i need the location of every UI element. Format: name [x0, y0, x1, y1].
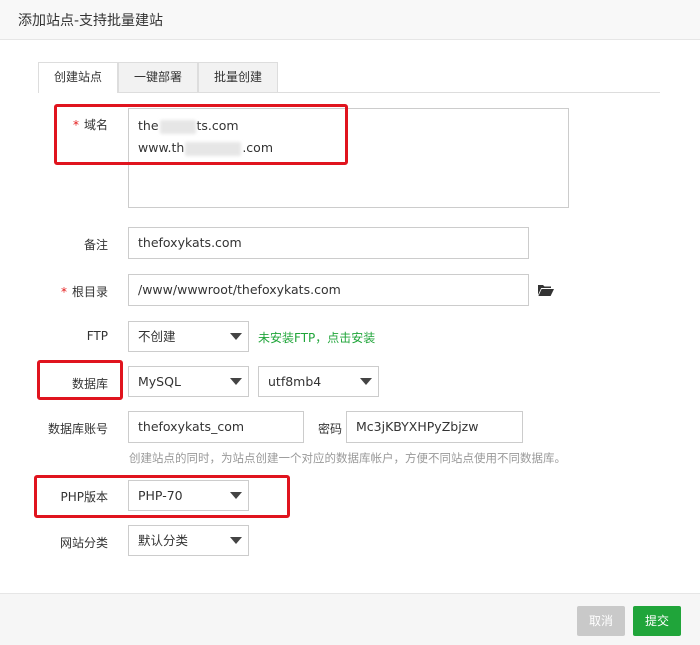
- tab-create-site[interactable]: 创建站点: [38, 62, 118, 93]
- site-category-select[interactable]: 默认分类: [128, 525, 249, 556]
- db-account-input[interactable]: thefoxykats_com: [128, 411, 304, 443]
- root-dir-input[interactable]: /www/wwwroot/thefoxykats.com: [128, 274, 529, 306]
- ftp-select[interactable]: 不创建: [128, 321, 249, 352]
- highlight-box-domain: [54, 104, 348, 165]
- tab-one-click-deploy[interactable]: 一键部署: [118, 62, 198, 92]
- db-account-label: 数据库账号: [47, 422, 108, 436]
- database-charset-select[interactable]: utf8mb4: [258, 366, 379, 397]
- site-category-value: 默认分类: [138, 533, 189, 548]
- submit-button[interactable]: 提交: [633, 606, 681, 636]
- password-input[interactable]: Mc3jKBYXHPyZbjzw: [346, 411, 523, 443]
- remark-input[interactable]: thefoxykats.com: [128, 227, 529, 259]
- database-type-select[interactable]: MySQL: [128, 366, 249, 397]
- chevron-down-icon: [230, 378, 242, 385]
- chevron-down-icon: [230, 333, 242, 340]
- db-account-hint: 创建站点的同时，为站点创建一个对应的数据库帐户，方便不同站点使用不同数据库。: [129, 451, 566, 465]
- ftp-selected-value: 不创建: [138, 329, 176, 344]
- cancel-button[interactable]: 取消: [577, 606, 625, 636]
- ftp-install-link[interactable]: 未安装FTP，点击安装: [258, 329, 375, 346]
- database-type-value: MySQL: [138, 374, 181, 389]
- site-category-label: 网站分类: [59, 536, 108, 550]
- highlight-box-php-version: [34, 475, 290, 518]
- remark-label: 备注: [83, 238, 108, 252]
- dialog-header: 添加站点-支持批量建站: [0, 0, 700, 40]
- tab-bar: 创建站点 一键部署 批量创建: [38, 62, 660, 93]
- ftp-label: FTP: [86, 329, 108, 343]
- folder-open-icon[interactable]: [538, 283, 554, 297]
- chevron-down-icon: [360, 378, 372, 385]
- database-charset-value: utf8mb4: [268, 374, 322, 389]
- tab-batch-create[interactable]: 批量创建: [198, 62, 278, 92]
- root-dir-label: * 根目录: [60, 285, 108, 299]
- highlight-box-database: [37, 360, 123, 400]
- chevron-down-icon: [230, 537, 242, 544]
- dialog-title: 添加站点-支持批量建站: [18, 13, 164, 29]
- password-label: 密码: [318, 422, 343, 436]
